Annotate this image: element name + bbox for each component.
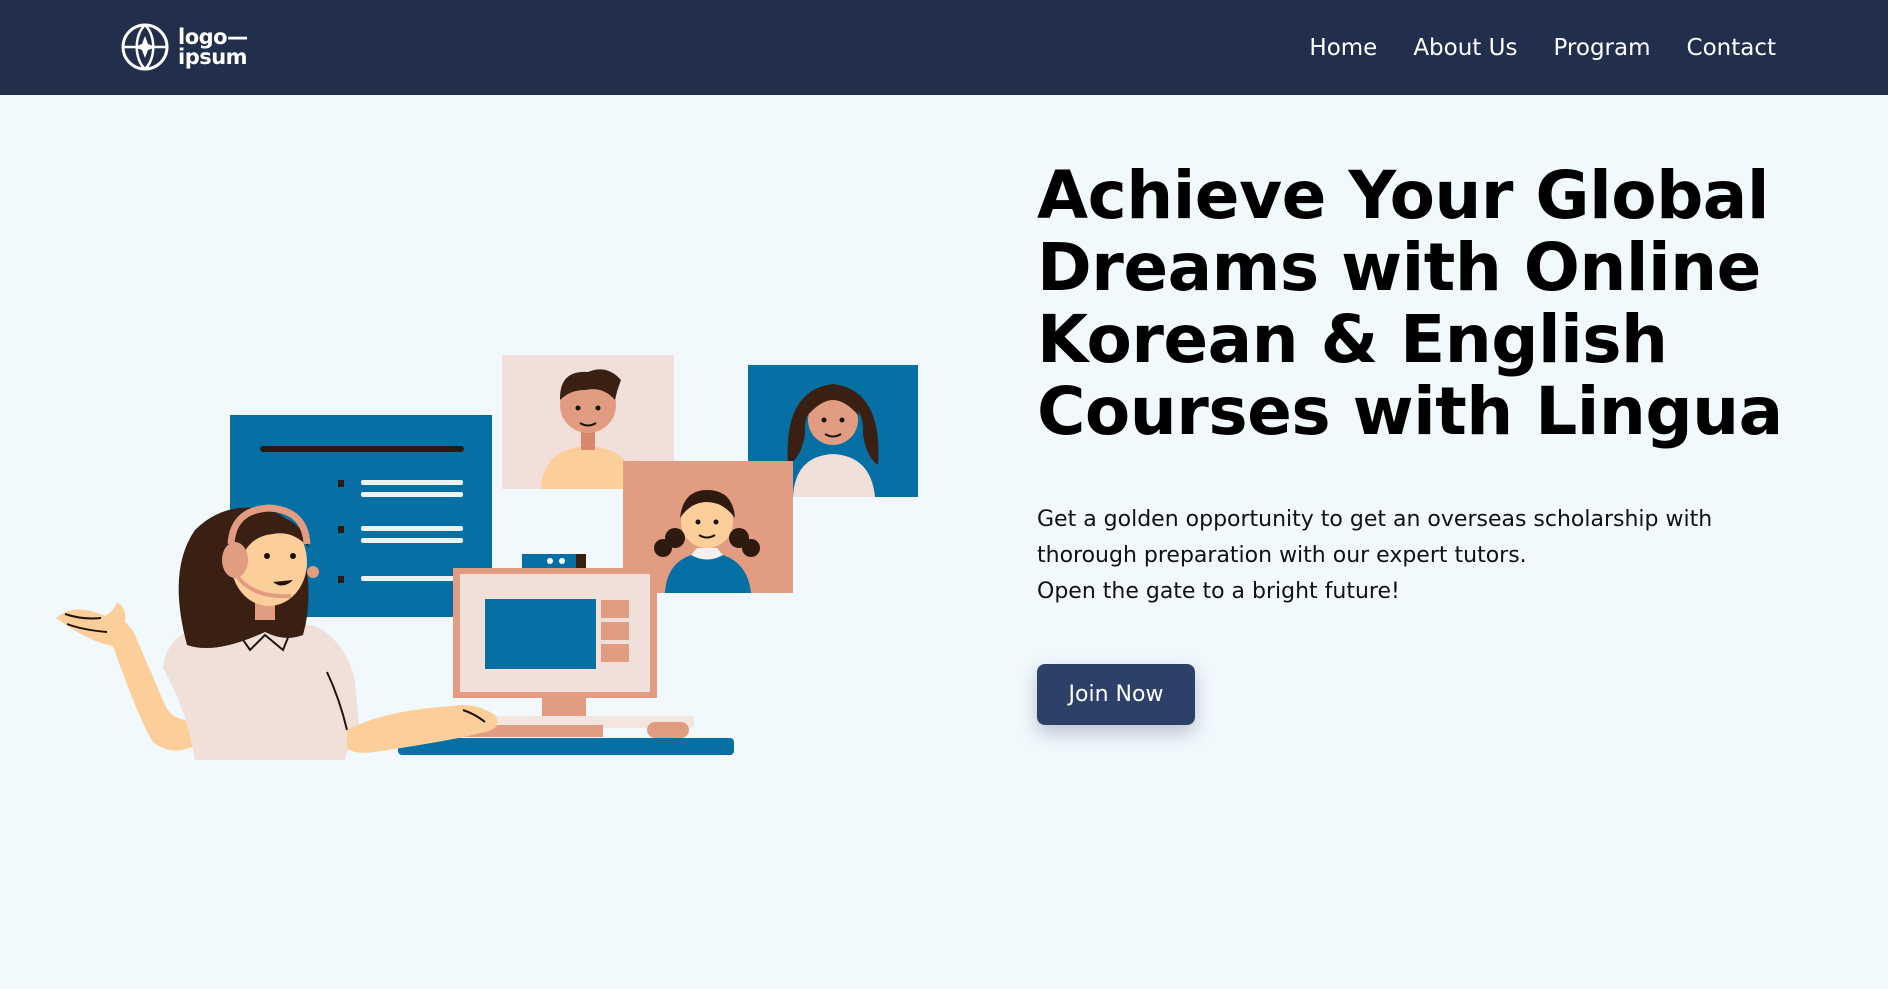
nav-program-link[interactable]: Program xyxy=(1553,34,1650,62)
online-class-illustration xyxy=(56,355,918,760)
hero-description-line-2: Open the gate to a bright future! xyxy=(1037,579,1400,604)
logo-text: logo— ipsum xyxy=(178,25,248,69)
hero-description: Get a golden opportunity to get an overs… xyxy=(1037,502,1807,610)
webcam xyxy=(522,554,586,568)
nav-contact-link[interactable]: Contact xyxy=(1687,34,1776,62)
logo-line-2: ipsum xyxy=(178,45,248,69)
globe-star-icon xyxy=(121,23,169,71)
hero-description-line-1: Get a golden opportunity to get an overs… xyxy=(1037,507,1713,568)
logo[interactable]: logo— ipsum xyxy=(120,22,248,72)
top-navbar: logo— ipsum Home About Us Program Contac… xyxy=(0,0,1888,95)
join-now-button[interactable]: Join Now xyxy=(1037,664,1195,725)
nav-about-link[interactable]: About Us xyxy=(1413,34,1517,62)
hero-title: Achieve Your Global Dreams with Online K… xyxy=(1037,157,1783,450)
hero-section: Achieve Your Global Dreams with Online K… xyxy=(1037,160,1837,725)
main-nav: Home About Us Program Contact xyxy=(1309,34,1776,62)
logo-line-1: logo— xyxy=(178,25,248,49)
nav-home-link[interactable]: Home xyxy=(1309,34,1377,62)
